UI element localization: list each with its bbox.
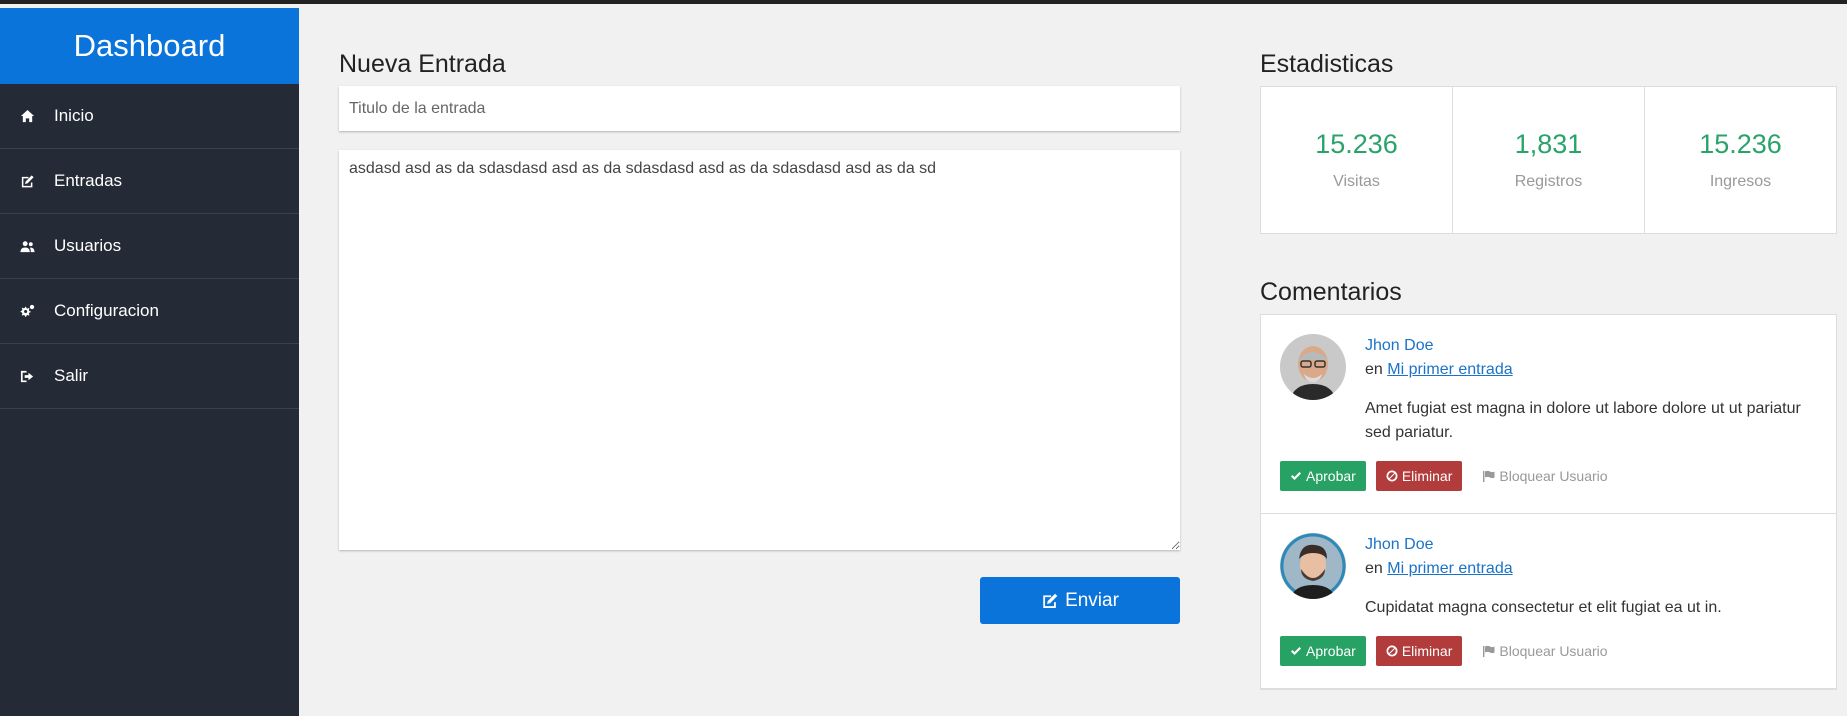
- sidebar-nav: Inicio Entradas Usuarios Configuracion S…: [0, 84, 299, 409]
- comment-item: Jhon Doe en Mi primer entrada Amet fugia…: [1261, 315, 1836, 514]
- sidebar-item-salir[interactable]: Salir: [0, 344, 299, 409]
- flag-icon: [1483, 645, 1495, 657]
- stat-registros: 1,831 Registros: [1453, 87, 1645, 233]
- approve-button[interactable]: Aprobar: [1280, 636, 1366, 666]
- comment-text: Amet fugiat est magna in dolore ut labor…: [1365, 400, 1801, 441]
- avatar[interactable]: [1280, 533, 1346, 599]
- flag-icon: [1483, 470, 1495, 482]
- comment-connector: en: [1365, 361, 1383, 378]
- sidebar-item-label: Configuracion: [54, 301, 159, 320]
- check-icon: [1291, 472, 1301, 480]
- sidebar-item-label: Usuarios: [54, 236, 122, 255]
- stat-label: Registros: [1514, 173, 1583, 190]
- comment-actions: Aprobar Eliminar Bloquear Usuario: [1280, 636, 1817, 666]
- sidebar-item-entradas[interactable]: Entradas: [0, 149, 299, 214]
- cogs-icon: [19, 303, 35, 319]
- stat-value: 15.236: [1699, 129, 1782, 159]
- comment-content: Jhon Doe en Mi primer entrada Amet fugia…: [1365, 334, 1817, 445]
- sidebar-item-inicio[interactable]: Inicio: [0, 84, 299, 149]
- stats-panel: 15.236 Visitas 1,831 Registros 15.236 In…: [1260, 86, 1837, 234]
- home-icon: [19, 108, 35, 124]
- sidebar: Dashboard Inicio Entradas Usuarios Confi…: [0, 8, 299, 716]
- check-icon: [1291, 647, 1301, 655]
- sidebar-item-label: Salir: [54, 366, 89, 385]
- avatar[interactable]: [1280, 334, 1346, 400]
- users-icon: [19, 238, 35, 254]
- comment-author-link[interactable]: Jhon Doe: [1365, 536, 1434, 553]
- stat-ingresos: 15.236 Ingresos: [1645, 87, 1836, 233]
- comments-title: Comentarios: [1260, 278, 1402, 306]
- sidebar-item-usuarios[interactable]: Usuarios: [0, 214, 299, 279]
- sidebar-item-label: Entradas: [54, 171, 123, 190]
- send-button[interactable]: Enviar: [980, 577, 1180, 624]
- send-button-label: Enviar: [1065, 589, 1119, 611]
- entry-title-input[interactable]: [339, 86, 1180, 131]
- edit-icon: [1043, 593, 1058, 608]
- stat-value: 15.236: [1315, 129, 1398, 159]
- brand-title[interactable]: Dashboard: [0, 8, 299, 84]
- delete-label: Eliminar: [1401, 468, 1453, 484]
- sidebar-item-configuracion[interactable]: Configuracion: [0, 279, 299, 344]
- stat-label: Ingresos: [1709, 173, 1772, 190]
- comment-text: Cupidatat magna consectetur et elit fugi…: [1365, 599, 1722, 616]
- block-user-button[interactable]: Bloquear Usuario: [1482, 643, 1608, 659]
- comment-item: Jhon Doe en Mi primer entrada Cupidatat …: [1261, 514, 1836, 689]
- comment-actions: Aprobar Eliminar Bloquear Usuario: [1280, 461, 1817, 491]
- delete-button[interactable]: Eliminar: [1375, 636, 1463, 666]
- block-user-button[interactable]: Bloquear Usuario: [1482, 468, 1608, 484]
- block-user-label: Bloquear Usuario: [1499, 468, 1608, 484]
- approve-label: Aprobar: [1306, 643, 1356, 659]
- delete-label: Eliminar: [1401, 643, 1453, 659]
- stat-value: 1,831: [1514, 129, 1583, 159]
- approve-label: Aprobar: [1306, 468, 1356, 484]
- block-user-label: Bloquear Usuario: [1499, 643, 1608, 659]
- stats-title: Estadisticas: [1260, 50, 1394, 78]
- comment-connector: en: [1365, 560, 1383, 577]
- stat-visitas: 15.236 Visitas: [1261, 87, 1453, 233]
- sidebar-item-label: Inicio: [54, 106, 94, 125]
- new-entry-title: Nueva Entrada: [339, 50, 506, 78]
- sign-out-icon: [19, 368, 35, 384]
- approve-button[interactable]: Aprobar: [1280, 461, 1366, 491]
- comment-post-link[interactable]: Mi primer entrada: [1387, 560, 1512, 577]
- edit-icon: [19, 173, 35, 189]
- comments-list: Jhon Doe en Mi primer entrada Amet fugia…: [1260, 314, 1837, 690]
- ban-icon: [1386, 645, 1398, 657]
- comment-post-link[interactable]: Mi primer entrada: [1387, 361, 1512, 378]
- comment-content: Jhon Doe en Mi primer entrada Cupidatat …: [1365, 533, 1722, 620]
- comment-author-link[interactable]: Jhon Doe: [1365, 337, 1434, 354]
- ban-icon: [1386, 470, 1398, 482]
- entry-body-textarea[interactable]: [339, 150, 1180, 550]
- delete-button[interactable]: Eliminar: [1375, 461, 1463, 491]
- stat-label: Visitas: [1333, 173, 1380, 190]
